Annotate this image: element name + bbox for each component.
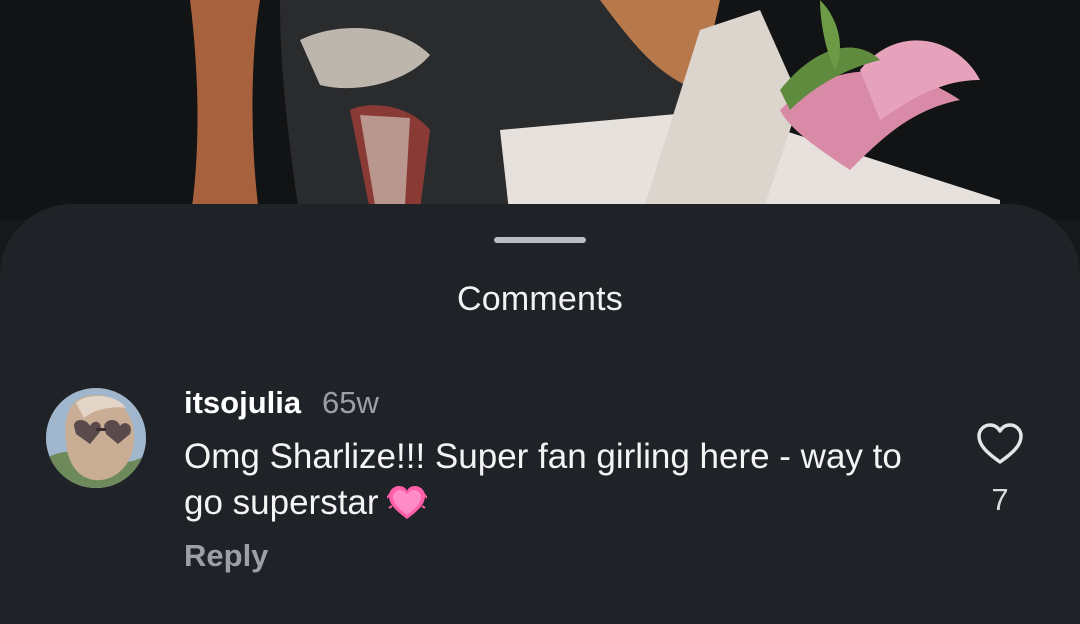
comment-text: Omg Sharlize!!! Super fan girling here -… [184, 434, 904, 534]
comment-item: itsojulia 65w Omg Sharlize!!! Super fan … [0, 384, 1080, 584]
like-count: 7 [991, 482, 1009, 517]
comment-username[interactable]: itsojulia [184, 385, 301, 421]
comment-timestamp: 65w [322, 385, 379, 420]
growing-heart-emoji-icon [385, 484, 428, 534]
sheet-title: Comments [457, 280, 623, 318]
comment-body: Omg Sharlize!!! Super fan girling here -… [184, 437, 902, 522]
like-button[interactable] [976, 422, 1024, 466]
sheet-drag-handle[interactable] [494, 237, 586, 243]
post-photo [0, 0, 1080, 220]
heart-outline-icon [977, 423, 1023, 464]
reply-button[interactable]: Reply [184, 538, 268, 574]
comments-sheet: Comments itsojulia 65w Omg Sharlize!!! S… [0, 204, 1080, 624]
avatar[interactable] [46, 388, 146, 488]
